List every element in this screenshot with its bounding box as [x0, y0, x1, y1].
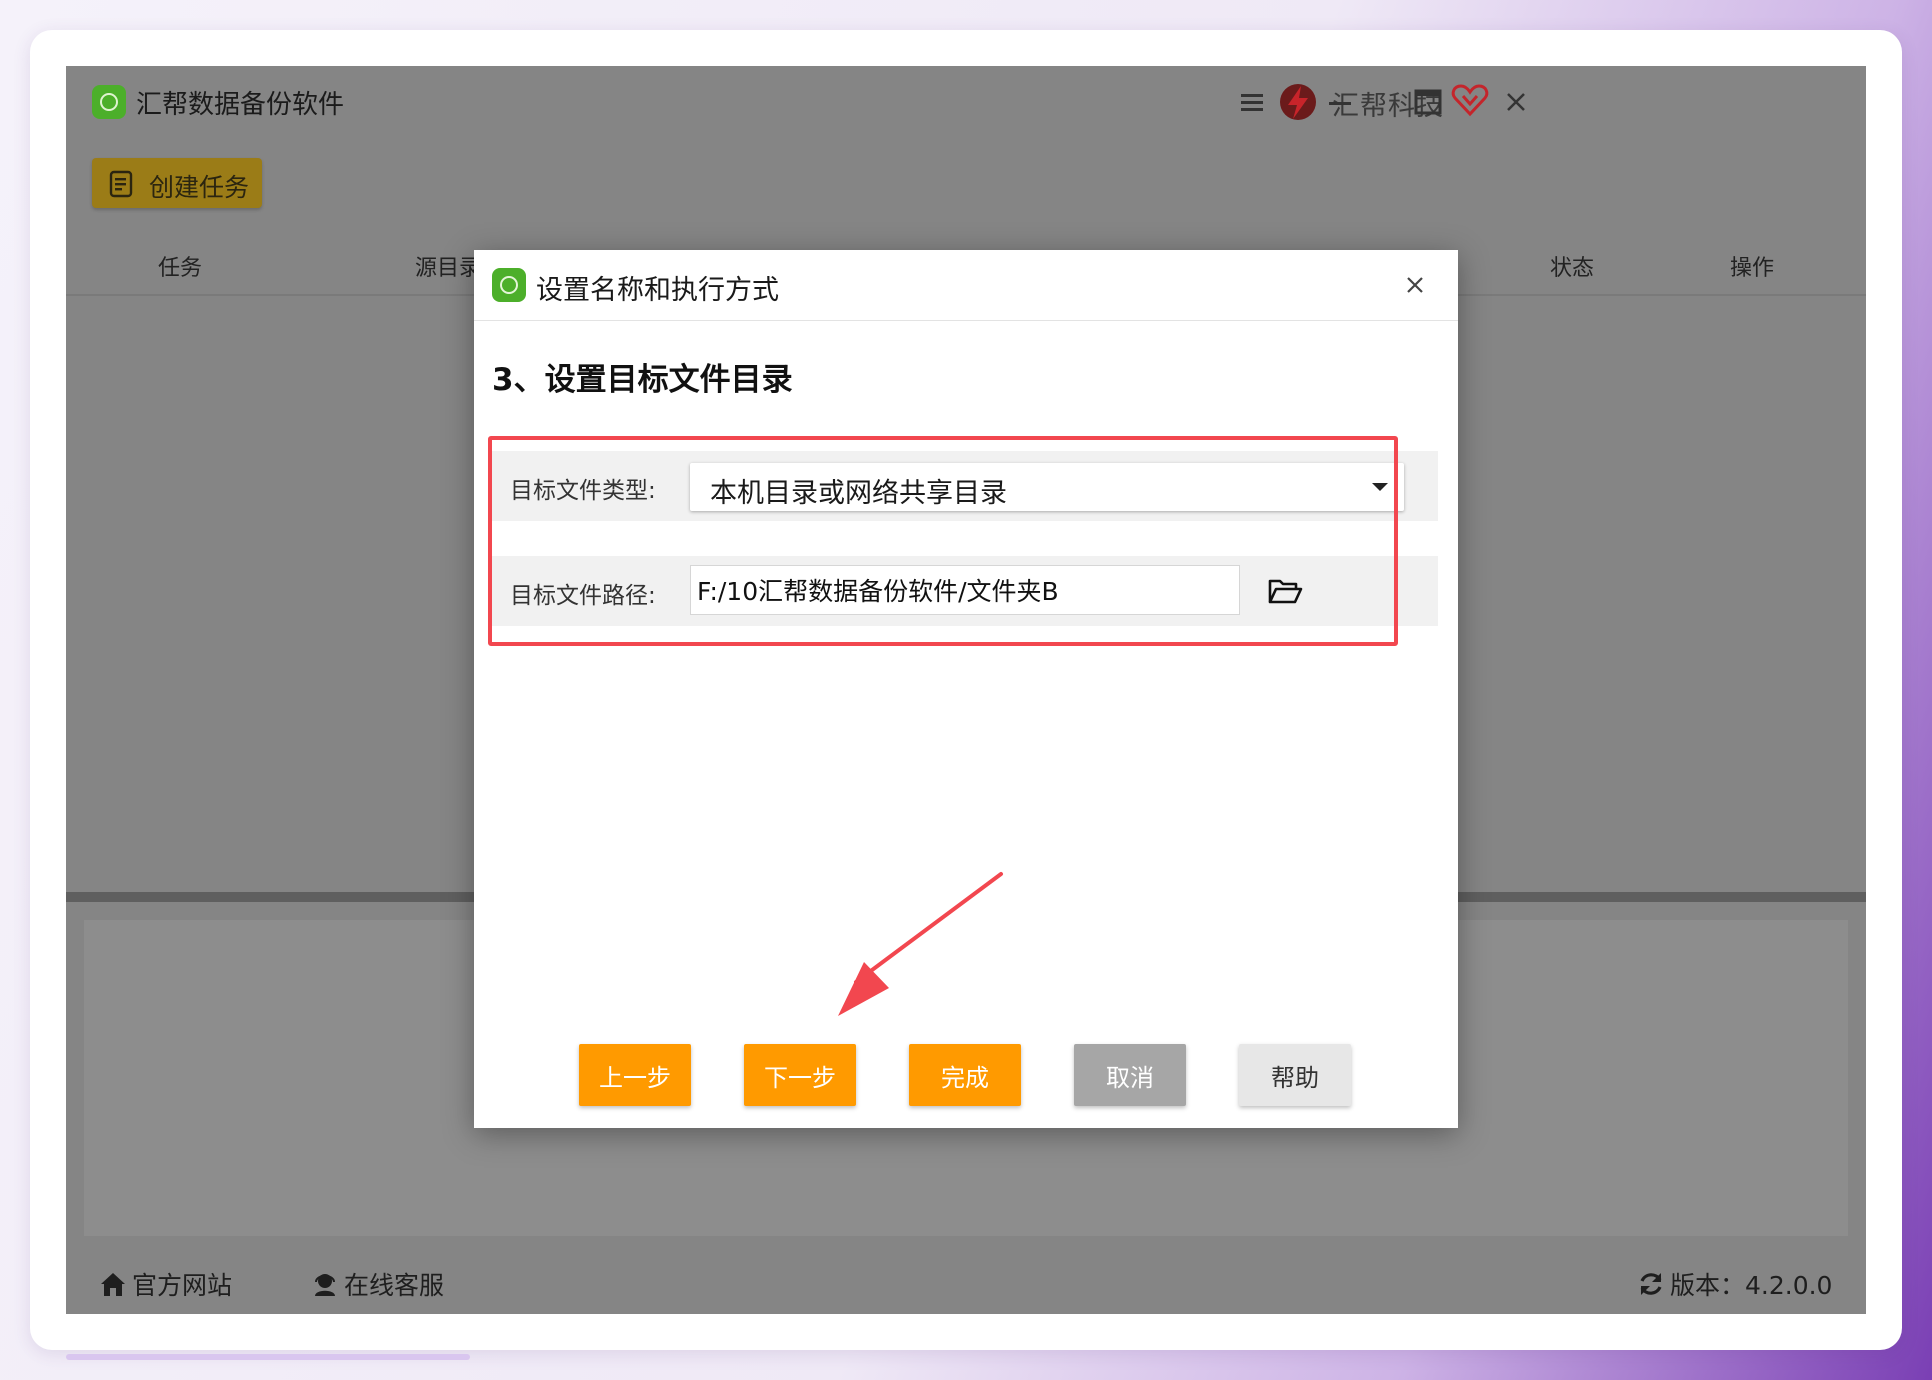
target-type-value: 本机目录或网络共享目录	[710, 478, 1007, 509]
online-support-link[interactable]: 在线客服	[310, 1268, 444, 1300]
column-actions[interactable]: 操作	[1730, 250, 1774, 282]
close-icon[interactable]	[1496, 82, 1536, 122]
target-type-label: 目标文件类型:	[510, 478, 656, 504]
app-title: 汇帮数据备份软件	[136, 90, 345, 120]
prev-step-button[interactable]: 上一步	[579, 1044, 691, 1106]
dialog-title-bar: 设置名称和执行方式	[474, 250, 1458, 321]
app-logo-icon	[92, 85, 126, 119]
column-status[interactable]: 状态	[1550, 250, 1594, 282]
refresh-icon	[1640, 1273, 1662, 1295]
online-support-label: 在线客服	[344, 1271, 445, 1300]
step-title: 3、设置目标文件目录	[492, 362, 793, 398]
version-info[interactable]: 版本：4.2.0.0	[1636, 1268, 1832, 1300]
chevron-down-icon	[1372, 483, 1388, 491]
target-type-select[interactable]: 本机目录或网络共享目录	[690, 463, 1404, 511]
help-button[interactable]: 帮助	[1239, 1044, 1351, 1106]
headset-icon	[315, 1274, 335, 1296]
create-task-button[interactable]: 创建任务	[92, 158, 262, 208]
settings-dialog: 设置名称和执行方式 3、设置目标文件目录 目标文件类型: 本机目录或网络共享目录…	[474, 250, 1458, 1128]
decorative-underline	[66, 1354, 470, 1360]
heart-vip-icon[interactable]	[1450, 80, 1490, 120]
target-path-label: 目标文件路径:	[510, 583, 656, 609]
dialog-logo-icon	[492, 268, 526, 302]
dialog-close-icon[interactable]	[1398, 268, 1432, 302]
target-path-input[interactable]	[690, 565, 1240, 615]
hamburger-menu-icon[interactable]	[1232, 82, 1272, 122]
dialog-title: 设置名称和执行方式	[536, 275, 779, 306]
brand-bolt-icon	[1280, 84, 1316, 120]
maximize-icon[interactable]	[1408, 82, 1448, 122]
cancel-button[interactable]: 取消	[1074, 1044, 1186, 1106]
column-task[interactable]: 任务	[158, 250, 202, 282]
target-type-row: 目标文件类型: 本机目录或网络共享目录	[492, 451, 1438, 521]
column-source-dir[interactable]: 源目录	[415, 250, 481, 282]
minimize-icon[interactable]	[1320, 82, 1360, 122]
create-task-label: 创建任务	[149, 173, 250, 202]
title-bar: 汇帮数据备份软件 汇帮科技	[66, 66, 1866, 138]
status-bar: 官方网站 在线客服 版本：4.2.0.0	[66, 1252, 1866, 1314]
version-label: 版本：4.2.0.0	[1670, 1271, 1833, 1300]
home-icon	[101, 1273, 125, 1296]
task-list-icon	[109, 170, 133, 198]
official-site-link[interactable]: 官方网站	[98, 1268, 232, 1300]
arrow-annotation-icon	[838, 872, 1003, 1016]
folder-open-icon[interactable]	[1266, 572, 1304, 610]
finish-button[interactable]: 完成	[909, 1044, 1021, 1106]
official-site-label: 官方网站	[132, 1271, 233, 1300]
next-step-button[interactable]: 下一步	[744, 1044, 856, 1106]
target-path-row: 目标文件路径:	[492, 556, 1438, 626]
